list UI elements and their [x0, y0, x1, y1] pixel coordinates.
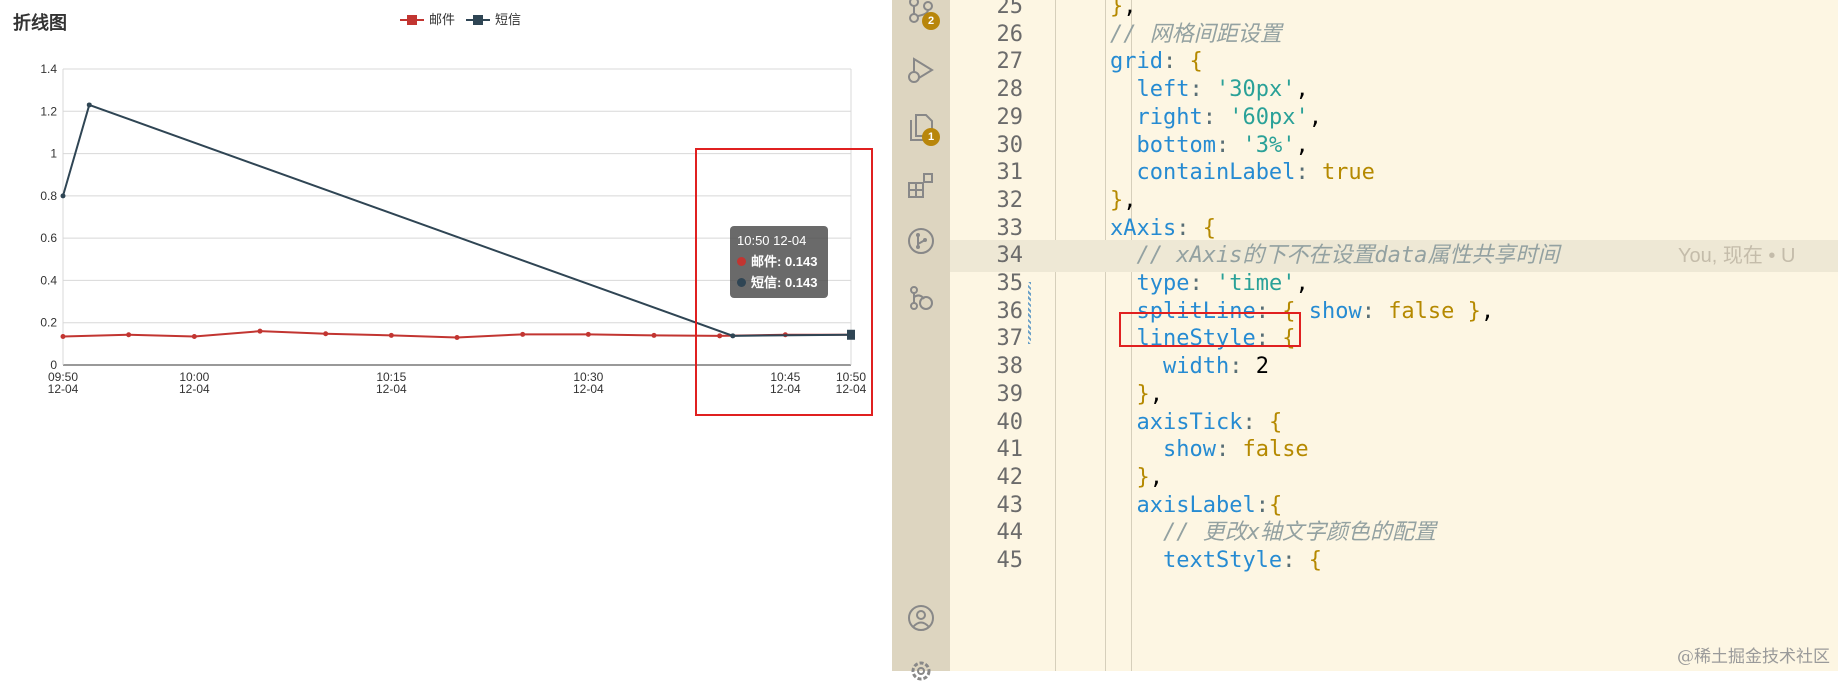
- line-number: 45: [996, 548, 1024, 573]
- y-tick-label: 0.2: [40, 316, 57, 330]
- data-point: [651, 332, 657, 338]
- data-point: [60, 333, 66, 339]
- git-graph-icon[interactable]: [906, 226, 936, 256]
- data-point: [388, 332, 394, 338]
- y-tick-label: 1: [50, 147, 57, 161]
- data-point: [520, 331, 526, 337]
- code-text: textStyle: {: [1162, 548, 1322, 573]
- y-tick-label: 0.4: [40, 273, 57, 287]
- y-tick-label: 0.8: [40, 189, 57, 203]
- y-tick-label: 1.4: [40, 62, 57, 76]
- chart-legend[interactable]: 邮件 短信: [400, 12, 521, 27]
- data-point: [585, 331, 591, 337]
- y-tick-label: 0.6: [40, 231, 57, 245]
- watermark: @稀土掘金技术社区: [1677, 647, 1830, 667]
- legend-marker: [407, 15, 417, 25]
- annotation-highlight-box: [695, 148, 873, 416]
- data-point: [257, 328, 263, 334]
- x-tick-label: 12-04: [376, 382, 407, 396]
- x-tick-label: 12-04: [48, 382, 79, 396]
- remote-icon[interactable]: [906, 283, 936, 313]
- chart-panel: 折线图 邮件 短信 0 0.2 0.4 0.6 0.8 1 1.2 1.4 09:50 12-04 1…: [0, 0, 892, 671]
- code-line[interactable]: 45 textStyle: {: [950, 545, 1838, 577]
- explorer-badge: 1: [922, 128, 940, 146]
- annotation-highlight-box-code: [1119, 312, 1301, 347]
- y-tick-label: 1.2: [40, 104, 57, 118]
- data-point: [454, 335, 460, 341]
- legend-label-1: 短信: [495, 12, 521, 27]
- code-editor[interactable]: 25 }, 26 // 网格间距设置 27 grid: {28 left: '30p…: [950, 0, 1838, 671]
- chart-title: 折线图: [13, 12, 67, 33]
- data-point: [126, 332, 132, 338]
- x-tick-label: 12-04: [573, 382, 604, 396]
- x-tick-label: 12-04: [179, 382, 210, 396]
- legend-label-0: 邮件: [429, 12, 455, 27]
- legend-marker: [473, 15, 483, 25]
- data-point: [60, 193, 66, 199]
- source-control-badge: 2: [922, 12, 940, 30]
- data-point: [86, 102, 92, 108]
- modified-line-indicator: [1028, 282, 1031, 344]
- extensions-icon[interactable]: [906, 170, 936, 200]
- settings-icon[interactable]: [906, 656, 936, 686]
- account-icon[interactable]: [906, 603, 936, 633]
- data-point: [191, 333, 197, 339]
- data-point: [323, 331, 329, 337]
- activity-bar: 2 1: [892, 0, 950, 681]
- run-debug-icon[interactable]: [906, 55, 936, 85]
